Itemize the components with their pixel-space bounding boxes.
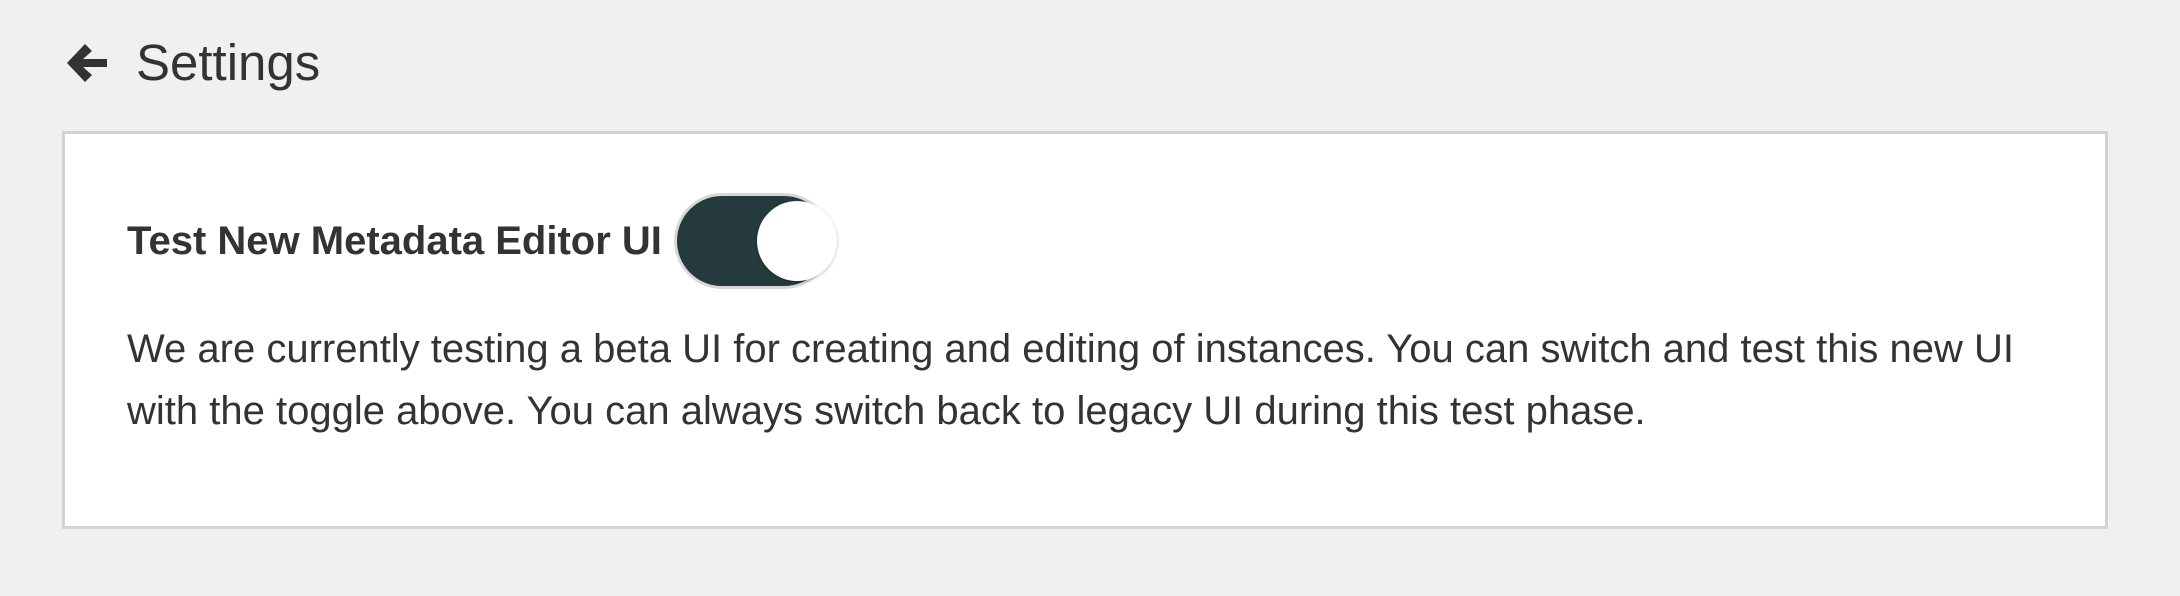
setting-label: Test New Metadata Editor UI: [127, 218, 662, 263]
setting-description: We are currently testing a beta UI for c…: [127, 327, 2014, 433]
arrow-left-icon[interactable]: [62, 38, 112, 88]
setting-row: Test New Metadata Editor UI: [127, 191, 837, 291]
toggle-knob: [756, 201, 837, 281]
settings-card: Test New Metadata Editor UI We are curre…: [62, 131, 2108, 529]
page-title: Settings: [136, 34, 321, 91]
page-header: Settings: [62, 28, 320, 98]
metadata-editor-toggle[interactable]: [673, 193, 837, 289]
